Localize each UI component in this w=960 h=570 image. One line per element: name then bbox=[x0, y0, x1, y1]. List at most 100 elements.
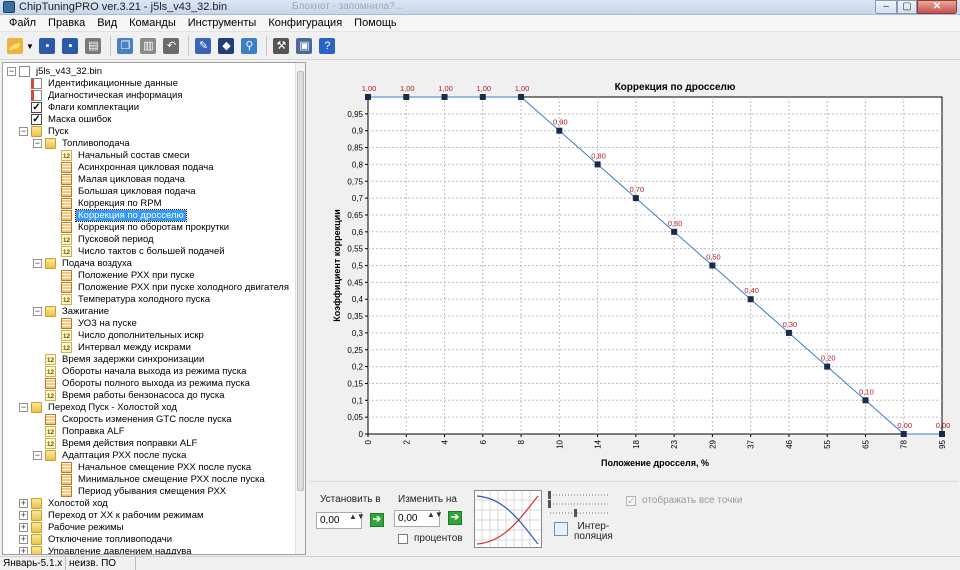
data-point[interactable] bbox=[900, 431, 907, 437]
apply-change-button[interactable]: ➔ bbox=[448, 511, 462, 525]
tree-item[interactable]: − Переход Пуск - Холостой ход bbox=[19, 401, 179, 413]
tree-item[interactable]: − Подача воздуха bbox=[33, 257, 134, 269]
tree-item[interactable]: 12 Температура холодного пуска bbox=[49, 293, 212, 305]
paste-button[interactable]: ▥ bbox=[138, 36, 159, 57]
collapse-icon[interactable]: − bbox=[33, 138, 42, 148]
tree-item[interactable]: + Отключение топливоподачи bbox=[19, 533, 174, 545]
tree-item[interactable]: + Управление давлением наддува bbox=[19, 545, 194, 554]
copy-button[interactable]: ❐ bbox=[115, 36, 136, 57]
tree-item[interactable]: Малая цикловая подача bbox=[49, 173, 187, 185]
tree-item[interactable]: 12 Поправка ALF bbox=[33, 425, 127, 437]
data-point[interactable] bbox=[365, 94, 371, 100]
tree-item[interactable]: − Топливоподача bbox=[33, 137, 132, 149]
smoothing-sliders[interactable] bbox=[548, 490, 612, 518]
tree-item[interactable]: + Переход от ХХ к рабочим режимам bbox=[19, 509, 206, 521]
menu-view[interactable]: Вид bbox=[91, 17, 123, 29]
menu-configuration[interactable]: Конфигурация bbox=[262, 17, 348, 29]
data-point[interactable] bbox=[479, 94, 486, 100]
tree-scrollbar[interactable] bbox=[295, 63, 305, 554]
expand-icon[interactable]: + bbox=[19, 534, 28, 544]
tree-item[interactable]: 12 Время работы бензонасоса до пуска bbox=[33, 389, 227, 401]
calibration-tree[interactable]: − j5ls_v43_32.bin Идентификационные данные… bbox=[2, 62, 306, 555]
data-point[interactable] bbox=[824, 363, 831, 370]
menu-file[interactable]: Файл bbox=[3, 17, 42, 29]
collapse-icon[interactable]: − bbox=[19, 402, 28, 412]
print-button[interactable]: ▤ bbox=[83, 36, 104, 57]
monitor-button[interactable]: ▣ bbox=[294, 36, 315, 57]
help-button[interactable]: ? bbox=[317, 36, 338, 57]
tree-item[interactable]: ✓ Флаги комплектации bbox=[19, 101, 141, 113]
save-button[interactable]: ▪ bbox=[37, 36, 58, 57]
data-point[interactable] bbox=[403, 94, 410, 100]
tree-item[interactable]: 12 Обороты начала выхода из режима пуска bbox=[33, 365, 248, 377]
tree-item[interactable]: Диагностическая информация bbox=[19, 89, 184, 101]
maximize-button[interactable]: ▢ bbox=[897, 0, 917, 14]
tree-item[interactable]: Коррекция по RPM bbox=[49, 197, 164, 209]
open-folder-button[interactable]: 📂 bbox=[4, 36, 25, 57]
data-point[interactable] bbox=[747, 296, 754, 303]
tree-item[interactable]: Положение РХХ при пуске bbox=[49, 269, 197, 281]
tree-item[interactable]: 12 Интервал между искрами bbox=[49, 341, 193, 353]
data-point[interactable] bbox=[556, 127, 563, 134]
tree-item[interactable]: Начальное смещение РХХ после пуска bbox=[49, 461, 253, 473]
open-dropdown-arrow-icon[interactable]: ▼ bbox=[26, 42, 34, 51]
change-by-spinner-icon[interactable]: ▲▼ bbox=[427, 511, 443, 525]
menu-help[interactable]: Помощь bbox=[348, 17, 403, 29]
percent-checkbox[interactable] bbox=[398, 534, 408, 544]
tree-item[interactable]: 12 Начальный состав смеси bbox=[49, 149, 191, 161]
tree-item[interactable]: Асинхронная цикловая подача bbox=[49, 161, 216, 173]
search-button[interactable]: ⚲ bbox=[239, 36, 260, 57]
scrollbar-thumb[interactable] bbox=[297, 71, 304, 491]
tree-item[interactable]: УОЗ на пуске bbox=[49, 317, 139, 329]
tree-item[interactable]: Большая цикловая подача bbox=[49, 185, 198, 197]
tree-item[interactable]: − j5ls_v43_32.bin bbox=[7, 65, 104, 77]
data-point[interactable] bbox=[632, 195, 639, 202]
tree-item[interactable]: + Холостой ход bbox=[19, 497, 110, 509]
tree-item[interactable]: Идентификационные данные bbox=[19, 77, 180, 89]
tree-item[interactable]: Коррекция по дросселю bbox=[49, 208, 187, 222]
interpolation-icon[interactable] bbox=[554, 522, 568, 536]
data-point[interactable] bbox=[785, 329, 792, 336]
data-point[interactable] bbox=[594, 161, 601, 168]
set-value-spinner-icon[interactable]: ▲▼ bbox=[349, 513, 365, 527]
tree-item[interactable]: Период убывания смещения РХХ bbox=[49, 485, 228, 497]
expand-icon[interactable]: + bbox=[19, 546, 28, 554]
collapse-icon[interactable]: − bbox=[19, 126, 28, 136]
expand-icon[interactable]: + bbox=[19, 498, 28, 508]
tree-item[interactable]: Скорость изменения GTC после пуска bbox=[33, 413, 234, 425]
tree-item[interactable]: 12 Время задержки синхронизации bbox=[33, 353, 206, 365]
data-point[interactable] bbox=[709, 262, 716, 269]
set-value-field[interactable]: 0,00 ▲▼ bbox=[316, 512, 365, 529]
tree-item[interactable]: Минимальное смещение РХХ после пуска bbox=[49, 473, 267, 485]
curve-preview-icon[interactable] bbox=[474, 490, 542, 548]
correction-chart[interactable]: 0 0,05 0,1 0,15 0,2 0,25 0,3 0,35 0,4 0,45 0,5 0,55… bbox=[310, 62, 958, 480]
show-all-points-checkbox[interactable]: ✓ bbox=[626, 496, 636, 506]
tree-item[interactable]: + Рабочие режимы bbox=[19, 521, 125, 533]
tree-item[interactable]: 12 Число дополнительных искр bbox=[49, 329, 206, 341]
tree-item[interactable]: Коррекция по оборотам прокрутки bbox=[49, 221, 231, 233]
collapse-icon[interactable]: − bbox=[33, 306, 42, 316]
tree-item[interactable]: Обороты полного выхода из режима пуска bbox=[33, 377, 252, 389]
minimize-button[interactable]: – bbox=[875, 0, 897, 14]
tree-item[interactable]: 12 Число тактов с большей подачей bbox=[49, 245, 227, 257]
menu-commands[interactable]: Команды bbox=[123, 17, 182, 29]
save-as-button[interactable]: ▪ bbox=[60, 36, 81, 57]
menu-edit[interactable]: Правка bbox=[42, 17, 91, 29]
menu-tools[interactable]: Инструменты bbox=[182, 17, 263, 29]
compare-button[interactable]: ◆ bbox=[216, 36, 237, 57]
tree-item[interactable]: Положение РХХ при пуске холодного двигат… bbox=[49, 281, 291, 293]
tree-item[interactable]: 12 Пусковой период bbox=[49, 233, 156, 245]
collapse-icon[interactable]: − bbox=[33, 450, 42, 460]
expand-icon[interactable]: + bbox=[19, 510, 28, 520]
tree-item[interactable]: 12 Время действия поправки ALF bbox=[33, 437, 199, 449]
data-point[interactable] bbox=[939, 431, 945, 437]
data-point[interactable] bbox=[518, 94, 525, 100]
checksum-tools-button[interactable]: ⚒ bbox=[271, 36, 292, 57]
tree-item[interactable]: ✓ Маска ошибок bbox=[19, 113, 113, 125]
collapse-icon[interactable]: − bbox=[33, 258, 42, 268]
tree-item[interactable]: − Пуск bbox=[19, 125, 70, 137]
close-button[interactable]: ✕ bbox=[917, 0, 957, 14]
interpolation-button-label[interactable]: Интер- поляция bbox=[574, 522, 613, 542]
apply-set-button[interactable]: ➔ bbox=[370, 513, 384, 527]
change-by-field[interactable]: 0,00 ▲▼ bbox=[394, 510, 443, 527]
